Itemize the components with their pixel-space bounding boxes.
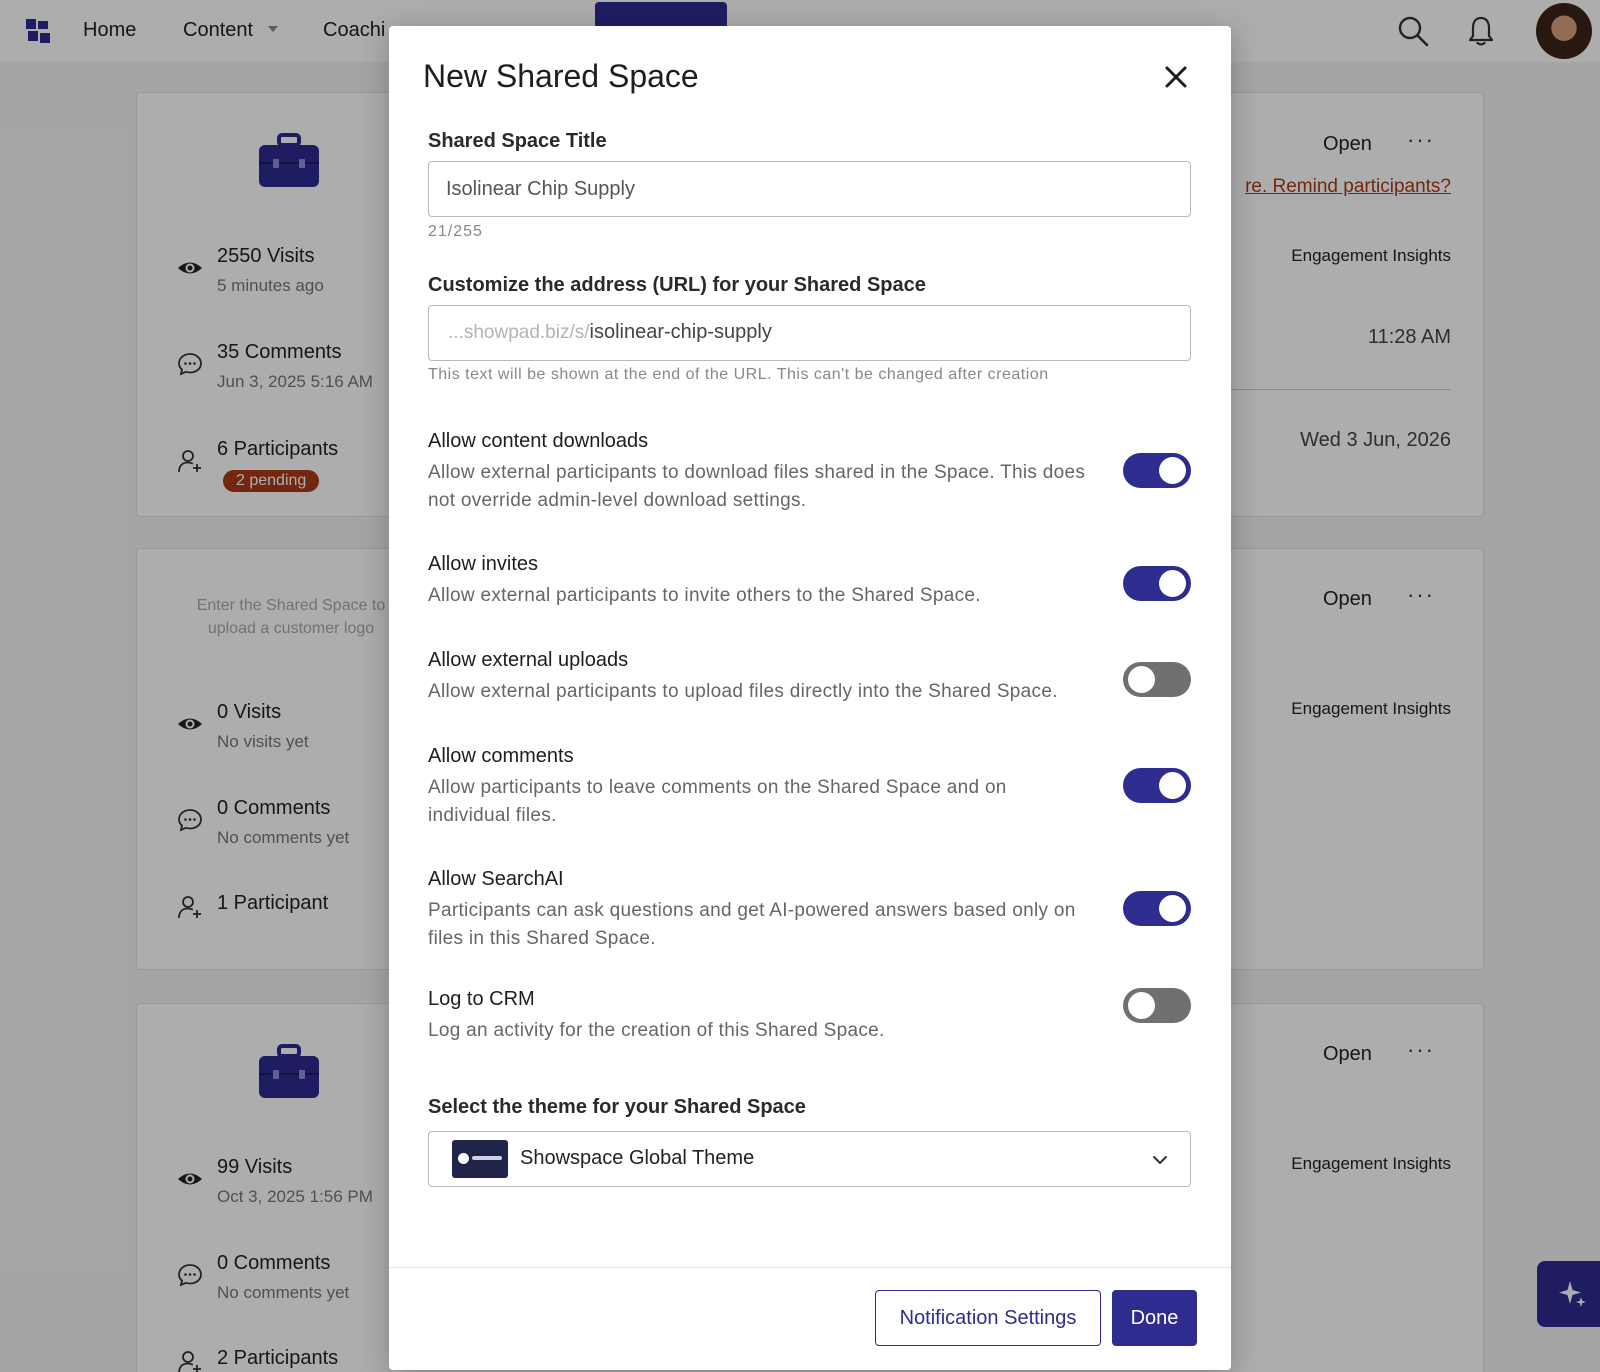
toggle-title: Allow comments: [428, 745, 574, 767]
done-button[interactable]: Done: [1112, 1290, 1197, 1346]
toggle-row-comments: Allow comments Allow participants to lea…: [428, 745, 1191, 830]
theme-field-label: Select the theme for your Shared Space: [428, 1096, 806, 1118]
toggle-description: Allow external participants to download …: [428, 462, 1086, 511]
toggle-description: Participants can ask questions and get A…: [428, 900, 1076, 949]
toggle-description: Log an activity for the creation of this…: [428, 1020, 885, 1041]
toggle-row-invites: Allow invites Allow external participant…: [428, 553, 1191, 610]
toggle-description: Allow external participants to invite ot…: [428, 585, 981, 606]
dialog-title: New Shared Space: [423, 58, 699, 94]
url-prefix: ...showpad.biz/s/: [448, 322, 590, 343]
theme-selected-value: Showspace Global Theme: [520, 1147, 755, 1169]
toggle-row-content-downloads: Allow content downloads Allow external p…: [428, 430, 1191, 515]
external-uploads-toggle[interactable]: [1123, 662, 1191, 697]
toggle-title: Allow content downloads: [428, 430, 649, 452]
comments-toggle[interactable]: [1123, 768, 1191, 803]
chevron-down-icon: [1153, 1156, 1167, 1164]
toggle-title: Log to CRM: [428, 988, 535, 1010]
char-counter: 21/255: [428, 223, 483, 240]
toggle-row-log-to-crm: Log to CRM Log an activity for the creat…: [428, 988, 1191, 1045]
invites-toggle[interactable]: [1123, 566, 1191, 601]
toggle-row-external-uploads: Allow external uploads Allow external pa…: [428, 649, 1191, 706]
new-shared-space-dialog: New Shared Space Shared Space Title 21/2…: [389, 26, 1231, 1370]
toggle-description: Allow participants to leave comments on …: [428, 777, 1007, 826]
url-field-label: Customize the address (URL) for your Sha…: [428, 274, 926, 296]
toggle-title: Allow invites: [428, 553, 539, 575]
title-input[interactable]: [428, 161, 1191, 217]
toggle-title: Allow SearchAI: [428, 868, 564, 890]
content-downloads-toggle[interactable]: [1123, 453, 1191, 488]
toggle-title: Allow external uploads: [428, 649, 629, 671]
title-field-label: Shared Space Title: [428, 130, 607, 152]
close-icon[interactable]: [1165, 66, 1187, 88]
toggle-row-searchai: Allow SearchAI Participants can ask ques…: [428, 868, 1191, 953]
log-to-crm-toggle[interactable]: [1123, 988, 1191, 1023]
searchai-toggle[interactable]: [1123, 891, 1191, 926]
notification-settings-button[interactable]: Notification Settings: [875, 1290, 1101, 1346]
url-slug: isolinear-chip-supply: [589, 321, 772, 343]
footer-divider: [389, 1267, 1231, 1268]
theme-thumbnail: [452, 1140, 508, 1178]
url-help-text: This text will be shown at the end of th…: [428, 366, 1049, 383]
toggle-description: Allow external participants to upload fi…: [428, 681, 1058, 702]
theme-select[interactable]: Showspace Global Theme: [428, 1131, 1191, 1187]
url-input[interactable]: ...showpad.biz/s/isolinear-chip-supply: [428, 305, 1191, 361]
